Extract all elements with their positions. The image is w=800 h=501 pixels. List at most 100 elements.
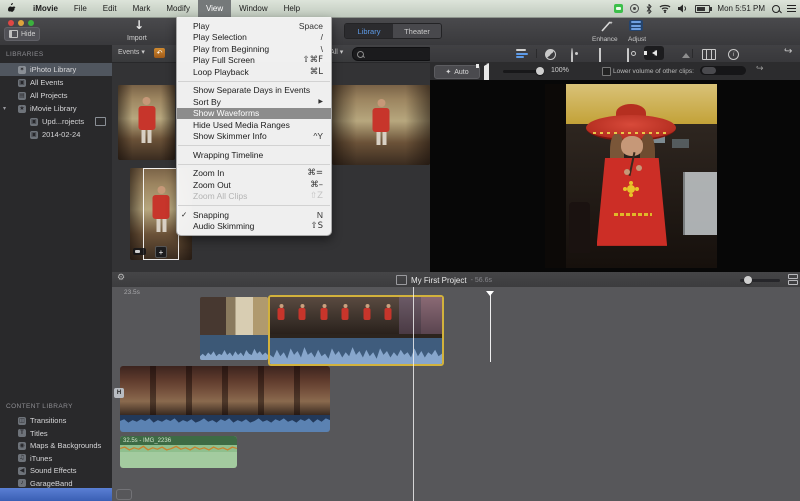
volume-slider-thumb[interactable]	[536, 67, 544, 75]
adjust-label[interactable]: Adjust	[628, 36, 646, 43]
timeline-bottom-button[interactable]	[116, 489, 132, 500]
tab-library[interactable]: Library	[345, 24, 393, 38]
menu-item-wrapping-timeline[interactable]: Wrapping Timeline	[177, 149, 331, 161]
spotlight-icon[interactable]	[772, 5, 780, 13]
speaker-icon	[652, 50, 657, 56]
menu-item-zoom-in[interactable]: Zoom In ⌘=	[177, 168, 331, 180]
playhead-line[interactable]	[413, 287, 414, 501]
events-dropdown[interactable]: Events ▾	[118, 49, 145, 56]
search-field[interactable]	[352, 47, 434, 61]
menu-shortcut: /	[321, 32, 323, 42]
tab-theater[interactable]: Theater	[393, 24, 441, 38]
battery-icon[interactable]	[695, 5, 710, 13]
lower-volume-thumb[interactable]	[702, 67, 716, 74]
close-window-button[interactable]	[8, 20, 14, 26]
menu-item-play-full-screen[interactable]: Play Full Screen ⇧⌘F	[177, 55, 331, 67]
sidebar-item-itunes[interactable]: ♫ iTunes	[0, 452, 112, 465]
enhance-wand-icon[interactable]	[600, 20, 614, 32]
menu-item-show-separate-days[interactable]: Show Separate Days in Events	[177, 85, 331, 97]
clip-appearance-icon[interactable]	[788, 274, 798, 285]
menu-mark[interactable]: Mark	[125, 0, 159, 17]
menu-modify[interactable]: Modify	[158, 0, 198, 17]
sidebar-item-updated-projects[interactable]: ▣ Upd...rojects	[0, 115, 112, 128]
auto-volume-button[interactable]: ✦ Auto	[434, 65, 480, 79]
adjust-icon[interactable]	[629, 20, 643, 31]
add-to-timeline-button[interactable]: +	[155, 246, 167, 258]
menubar-clock[interactable]: Mon 5:51 PM	[717, 4, 765, 13]
menu-shortcut: N	[317, 210, 323, 220]
event-clip-thumbnail[interactable]	[118, 85, 175, 160]
viewer[interactable]	[430, 80, 800, 272]
menu-item-snapping[interactable]: ✓ Snapping N	[177, 209, 331, 221]
event-back-icon[interactable]: ↶	[154, 48, 165, 58]
menu-shortcut: ⇧S	[310, 222, 323, 231]
menu-separator	[178, 205, 330, 206]
sidebar-item-imovie-library[interactable]: ▾ ★ iMovie Library	[0, 102, 112, 115]
timeline-clip-selected[interactable]	[268, 295, 444, 366]
menu-item-show-skimmer-info[interactable]: Show Skimmer Info ^Y	[177, 131, 331, 143]
timeline-clip[interactable]	[120, 366, 330, 432]
menu-item-sort-by[interactable]: Sort By ▶	[177, 96, 331, 108]
menu-bar: iMovie File Edit Mark Modify View Window…	[0, 0, 800, 18]
notification-center-icon[interactable]	[787, 5, 796, 13]
info-icon[interactable]: i	[728, 49, 739, 60]
menu-item-play[interactable]: Play Space	[177, 20, 331, 32]
sidebar-item-sound-effects[interactable]: ◀ Sound Effects	[0, 464, 112, 477]
wifi-icon[interactable]	[659, 4, 671, 13]
hide-sidebar-button[interactable]: Hide	[4, 27, 40, 41]
menu-file[interactable]: File	[66, 0, 95, 17]
color-balance-icon[interactable]	[545, 49, 556, 60]
disclosure-triangle-icon[interactable]: ▾	[3, 106, 6, 112]
sidebar-item-iphoto-library[interactable]: ✶ iPhoto Library	[0, 63, 112, 76]
volume-tool-button-active[interactable]	[644, 46, 664, 60]
sidebar-item-maps-backgrounds[interactable]: ◉ Maps & Backgrounds	[0, 439, 112, 452]
timeline[interactable]: 23.5s H 32.5s - IMG_2236	[112, 287, 800, 501]
project-film-icon	[95, 117, 106, 126]
sidebar-item-2014-02-24[interactable]: ▣ 2014-02-24	[0, 128, 112, 141]
menu-item-play-selection[interactable]: Play Selection /	[177, 32, 331, 44]
volume-status-icon[interactable]	[678, 4, 688, 13]
sidebar-item-transitions[interactable]: ◫ Transitions	[0, 414, 112, 427]
timeline-settings-gear-icon[interactable]: ⚙	[117, 274, 125, 283]
undo-icon[interactable]: ↩	[784, 47, 792, 57]
imovie-library-icon: ★	[18, 105, 26, 113]
adjust-bars-icon[interactable]	[516, 48, 528, 59]
menu-window[interactable]: Window	[231, 0, 275, 17]
menu-edit[interactable]: Edit	[95, 0, 125, 17]
menu-item-show-waveforms[interactable]: Show Waveforms	[177, 108, 331, 120]
menu-item-play-from-beginning[interactable]: Play from Beginning \	[177, 43, 331, 55]
menu-item-audio-skimming[interactable]: Audio Skimming ⇧S	[177, 221, 331, 233]
apple-menu[interactable]	[0, 3, 25, 14]
sidebar-item-all-events[interactable]: ▣ All Events	[0, 76, 112, 89]
search-input[interactable]	[367, 49, 417, 59]
menu-view[interactable]: View	[198, 0, 231, 17]
timemachine-status-icon[interactable]	[630, 4, 639, 13]
transition-icon[interactable]: H	[114, 388, 124, 398]
minimize-window-button[interactable]	[18, 20, 24, 26]
import-label[interactable]: Import	[127, 35, 147, 42]
reset-icon[interactable]: ↩	[756, 65, 764, 74]
menu-item-loop-playback[interactable]: Loop Playback ⌘L	[177, 66, 331, 78]
menu-item-zoom-out[interactable]: Zoom Out ⌘–	[177, 179, 331, 191]
import-arrow-icon[interactable]: ↓	[134, 19, 144, 31]
sidebar-item-label: Upd...rojects	[42, 117, 84, 126]
messages-status-icon[interactable]	[614, 4, 623, 13]
event-clip-thumbnail[interactable]	[332, 85, 430, 165]
lower-volume-checkbox[interactable]	[602, 67, 611, 76]
menu-item-hide-used-media-ranges[interactable]: Hide Used Media Ranges	[177, 119, 331, 131]
effects-icon[interactable]	[702, 49, 716, 60]
zoom-window-button[interactable]	[28, 20, 34, 26]
sidebar-item-all-projects[interactable]: ▤ All Projects	[0, 89, 112, 102]
thumb-cell	[292, 297, 314, 334]
menu-separator	[178, 145, 330, 146]
audio-clip[interactable]: 32.5s - IMG_2236	[120, 436, 237, 468]
sidebar-item-titles[interactable]: T Titles	[0, 427, 112, 440]
menu-help[interactable]: Help	[276, 0, 308, 17]
bluetooth-icon[interactable]	[646, 4, 652, 14]
timeline-zoom-slider-thumb[interactable]	[744, 276, 752, 284]
sidebar-item-label: 2014-02-24	[42, 130, 80, 139]
timeline-clip[interactable]	[200, 297, 268, 360]
enhance-label[interactable]: Enhance	[592, 36, 618, 43]
menu-imovie[interactable]: iMovie	[25, 0, 66, 17]
adjust-icon-strip: i ↩	[430, 45, 800, 63]
